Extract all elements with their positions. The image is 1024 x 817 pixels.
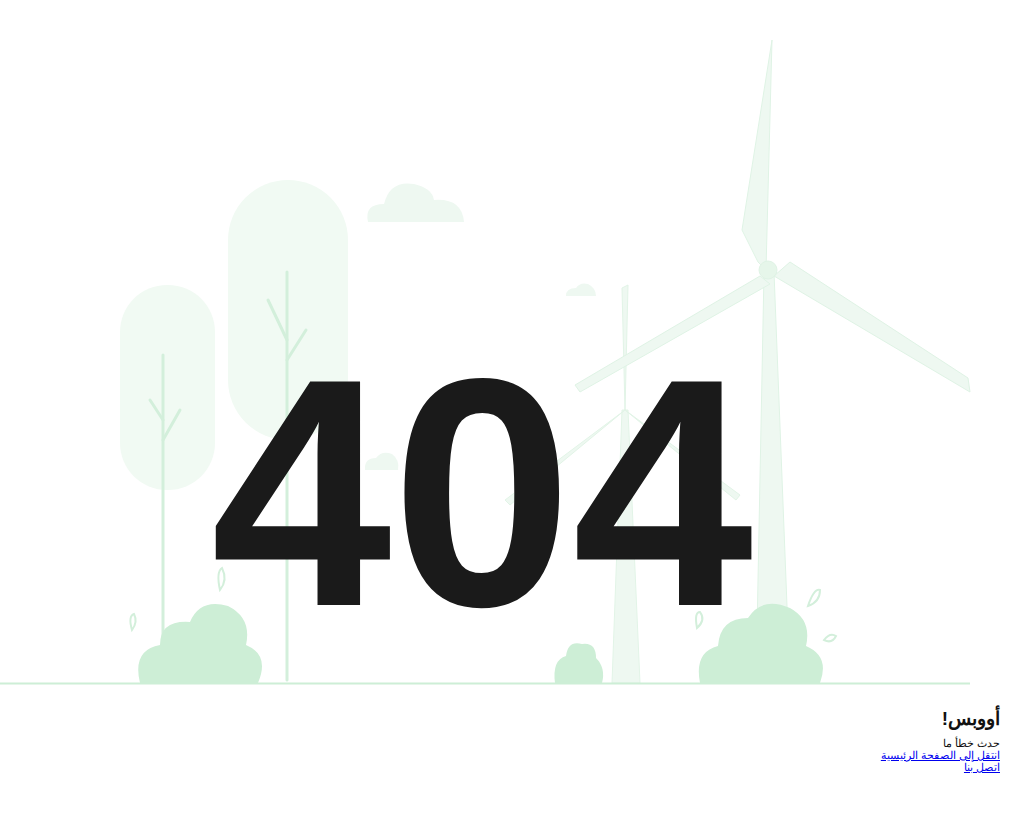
error-illustration: 404 <box>0 0 1024 690</box>
error-code: 404 <box>0 330 964 655</box>
contact-link[interactable]: اتصل بنا <box>964 761 1000 773</box>
home-link[interactable]: انتقل إلى الصفحة الرئيسية <box>881 749 1000 761</box>
error-message-panel: أووبس! حدث خطأ ماانتقل إلى الصفحة الرئيسي… <box>0 690 1024 773</box>
error-heading: أووبس! <box>24 708 1000 731</box>
error-text: حدث خطأ ما <box>24 737 1000 749</box>
